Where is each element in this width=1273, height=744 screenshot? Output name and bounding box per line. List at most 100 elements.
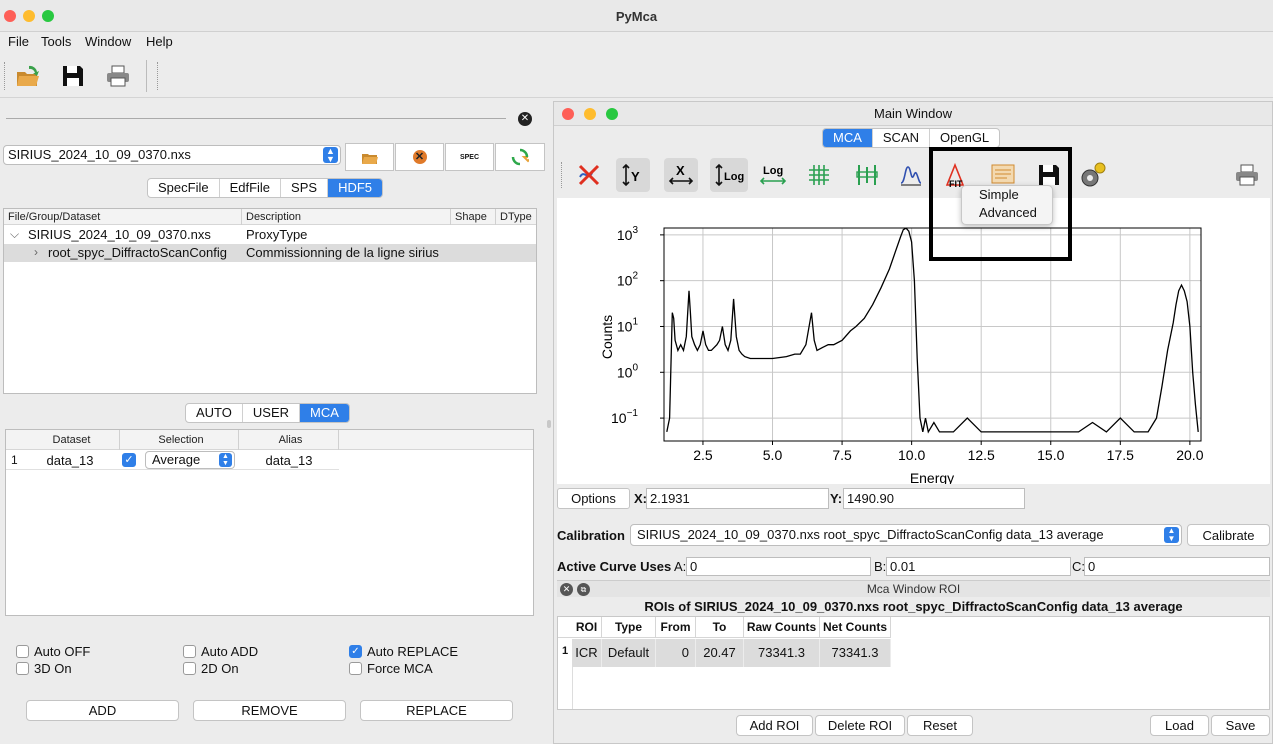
2d-on-checkbox[interactable] xyxy=(183,662,196,675)
selection-dropdown[interactable]: Average ▲ ▼ xyxy=(145,451,235,469)
tree-item-desc: ProxyType xyxy=(246,227,308,242)
roi-col-to[interactable]: To xyxy=(696,617,744,637)
spec-button[interactable]: SPEC xyxy=(445,143,494,171)
tab-scan[interactable]: SCAN xyxy=(873,129,931,147)
load-roi-button[interactable]: Load xyxy=(1150,715,1209,736)
menu-help[interactable]: Help xyxy=(146,34,173,49)
roi-cell-to[interactable]: 20.47 xyxy=(696,639,744,667)
tree-col-name[interactable]: File/Group/Dataset xyxy=(4,209,242,225)
alias-cell[interactable]: data_13 xyxy=(239,453,339,468)
expand-arrow-icon[interactable]: › xyxy=(34,245,38,259)
table-row[interactable]: 1 data_13 ✓ Average ▲ ▼ data_13 xyxy=(6,450,339,470)
y-coord-label: Y: xyxy=(830,491,843,506)
tree-col-dtype[interactable]: DType xyxy=(496,209,536,225)
clear-plot-button[interactable] xyxy=(572,158,606,192)
app-title: PyMca xyxy=(615,9,658,24)
sel-col-selection[interactable]: Selection xyxy=(120,430,239,450)
y-tick-exponent: 1 xyxy=(632,316,638,327)
y-autoscale-button[interactable]: Y xyxy=(616,158,650,192)
tree-col-description[interactable]: Description xyxy=(242,209,451,225)
smooth-button[interactable] xyxy=(894,158,928,192)
source-tabs: SpecFile EdfFile SPS HDF5 xyxy=(147,178,384,198)
delete-roi-button[interactable]: Delete ROI xyxy=(815,715,905,736)
add-roi-button[interactable]: Add ROI xyxy=(736,715,813,736)
roi-table[interactable]: ROI Type From To Raw Counts Net Counts 1… xyxy=(557,616,1270,710)
tab-edffile[interactable]: EdfFile xyxy=(220,179,282,197)
hdf5-tree[interactable]: File/Group/Dataset Description Shape DTy… xyxy=(3,208,537,394)
sel-col-alias[interactable]: Alias xyxy=(239,430,339,450)
options-button[interactable]: Options xyxy=(557,488,630,509)
refresh-button[interactable] xyxy=(495,143,545,171)
y-tick-exponent: −1 xyxy=(627,408,639,419)
fit-advanced-item[interactable]: Advanced xyxy=(979,205,1037,220)
tab-specfile[interactable]: SpecFile xyxy=(148,179,220,197)
calibration-select[interactable]: SIRIUS_2024_10_09_0370.nxs root_spyc_Dif… xyxy=(630,524,1182,546)
main-toolbar xyxy=(0,54,1273,98)
roi-cell-raw: 73341.3 xyxy=(744,639,820,667)
save-roi-button[interactable]: Save xyxy=(1211,715,1270,736)
b-field[interactable]: 0.01 xyxy=(886,557,1071,576)
a-field[interactable]: 0 xyxy=(686,557,871,576)
menu-tools[interactable]: Tools xyxy=(41,34,71,49)
roi-col-from[interactable]: From xyxy=(656,617,696,637)
collapse-arrow-icon[interactable]: ⌵ xyxy=(10,227,19,242)
add-button[interactable]: ADD xyxy=(26,700,179,721)
file-select[interactable]: SIRIUS_2024_10_09_0370.nxs ▲ ▼ xyxy=(3,145,341,165)
x-autoscale-button[interactable]: X xyxy=(664,158,698,192)
roi-col-net[interactable]: Net Counts xyxy=(820,617,891,637)
fit-simple-item[interactable]: Simple xyxy=(979,187,1019,202)
roi-cell-roi[interactable]: ICR xyxy=(572,639,602,667)
spectrum-chart[interactable]: 2.5 5.0 7.5 10.0 12.5 15.0 17.5 20.0 1031021011… xyxy=(557,198,1270,486)
roi-cell-type[interactable]: Default xyxy=(602,639,656,667)
roi-cell-from[interactable]: 0 xyxy=(656,639,696,667)
open-file-button[interactable] xyxy=(345,143,394,171)
dataset-cell: data_13 xyxy=(46,453,94,468)
open-icon[interactable] xyxy=(14,62,42,90)
auto-add-checkbox[interactable] xyxy=(183,645,196,658)
replace-button[interactable]: REPLACE xyxy=(360,700,513,721)
menu-window[interactable]: Window xyxy=(85,34,131,49)
y-tick-label: 103 xyxy=(617,225,639,243)
tab-hdf5[interactable]: HDF5 xyxy=(328,179,383,197)
menu-file[interactable]: File xyxy=(8,34,29,49)
x-log-button[interactable]: Log xyxy=(756,158,790,192)
tab-sps[interactable]: SPS xyxy=(281,179,329,197)
tab-mca[interactable]: MCA xyxy=(300,404,349,422)
splitter-handle[interactable] xyxy=(547,420,551,428)
y-coord-field: 1490.90 xyxy=(843,488,1025,509)
tab-mca-main[interactable]: MCA xyxy=(823,129,873,147)
close-source-icon[interactable]: ✕ xyxy=(518,112,532,126)
tree-row[interactable]: › root_spyc_DiffractoScanConfig Commissi… xyxy=(4,244,536,262)
force-mca-checkbox[interactable] xyxy=(349,662,362,675)
tab-auto[interactable]: AUTO xyxy=(186,404,243,422)
3d-on-checkbox[interactable] xyxy=(16,662,29,675)
x-log-icon: Log xyxy=(759,165,787,185)
grid-button[interactable] xyxy=(802,158,836,192)
calibration-label: Calibration xyxy=(557,528,625,543)
roi-col-raw[interactable]: Raw Counts xyxy=(744,617,820,637)
plot-area[interactable]: 2.5 5.0 7.5 10.0 12.5 15.0 17.5 20.0 103 102 101 1… xyxy=(557,198,1270,486)
derivative-button[interactable] xyxy=(850,158,884,192)
print-icon[interactable] xyxy=(104,62,132,90)
menu-bar: File Tools Window Help xyxy=(0,32,1273,54)
tab-user[interactable]: USER xyxy=(243,404,301,422)
select-checkbox[interactable]: ✓ xyxy=(122,453,136,467)
tree-col-shape[interactable]: Shape xyxy=(451,209,496,225)
tab-opengl[interactable]: OpenGL xyxy=(930,129,999,147)
calibrate-button[interactable]: Calibrate xyxy=(1187,524,1270,546)
settings-button[interactable] xyxy=(1076,158,1110,192)
c-field[interactable]: 0 xyxy=(1084,557,1270,576)
remove-button[interactable]: REMOVE xyxy=(193,700,346,721)
close-file-button[interactable]: ✕ xyxy=(395,143,444,171)
reset-roi-button[interactable]: Reset xyxy=(907,715,973,736)
roi-col-type[interactable]: Type xyxy=(602,617,656,637)
y-log-button[interactable]: Log xyxy=(710,158,748,192)
save-icon[interactable] xyxy=(59,62,87,90)
roi-col-roi[interactable]: ROI xyxy=(572,617,602,637)
selection-table[interactable]: Dataset Selection Alias 1 data_13 ✓ Aver… xyxy=(5,429,534,616)
print-plot-button[interactable] xyxy=(1230,158,1264,192)
auto-off-checkbox[interactable] xyxy=(16,645,29,658)
tree-row[interactable]: ⌵ SIRIUS_2024_10_09_0370.nxs ProxyType xyxy=(4,226,536,244)
sel-col-dataset[interactable]: Dataset xyxy=(20,430,120,450)
auto-replace-checkbox[interactable]: ✓ xyxy=(349,645,362,658)
